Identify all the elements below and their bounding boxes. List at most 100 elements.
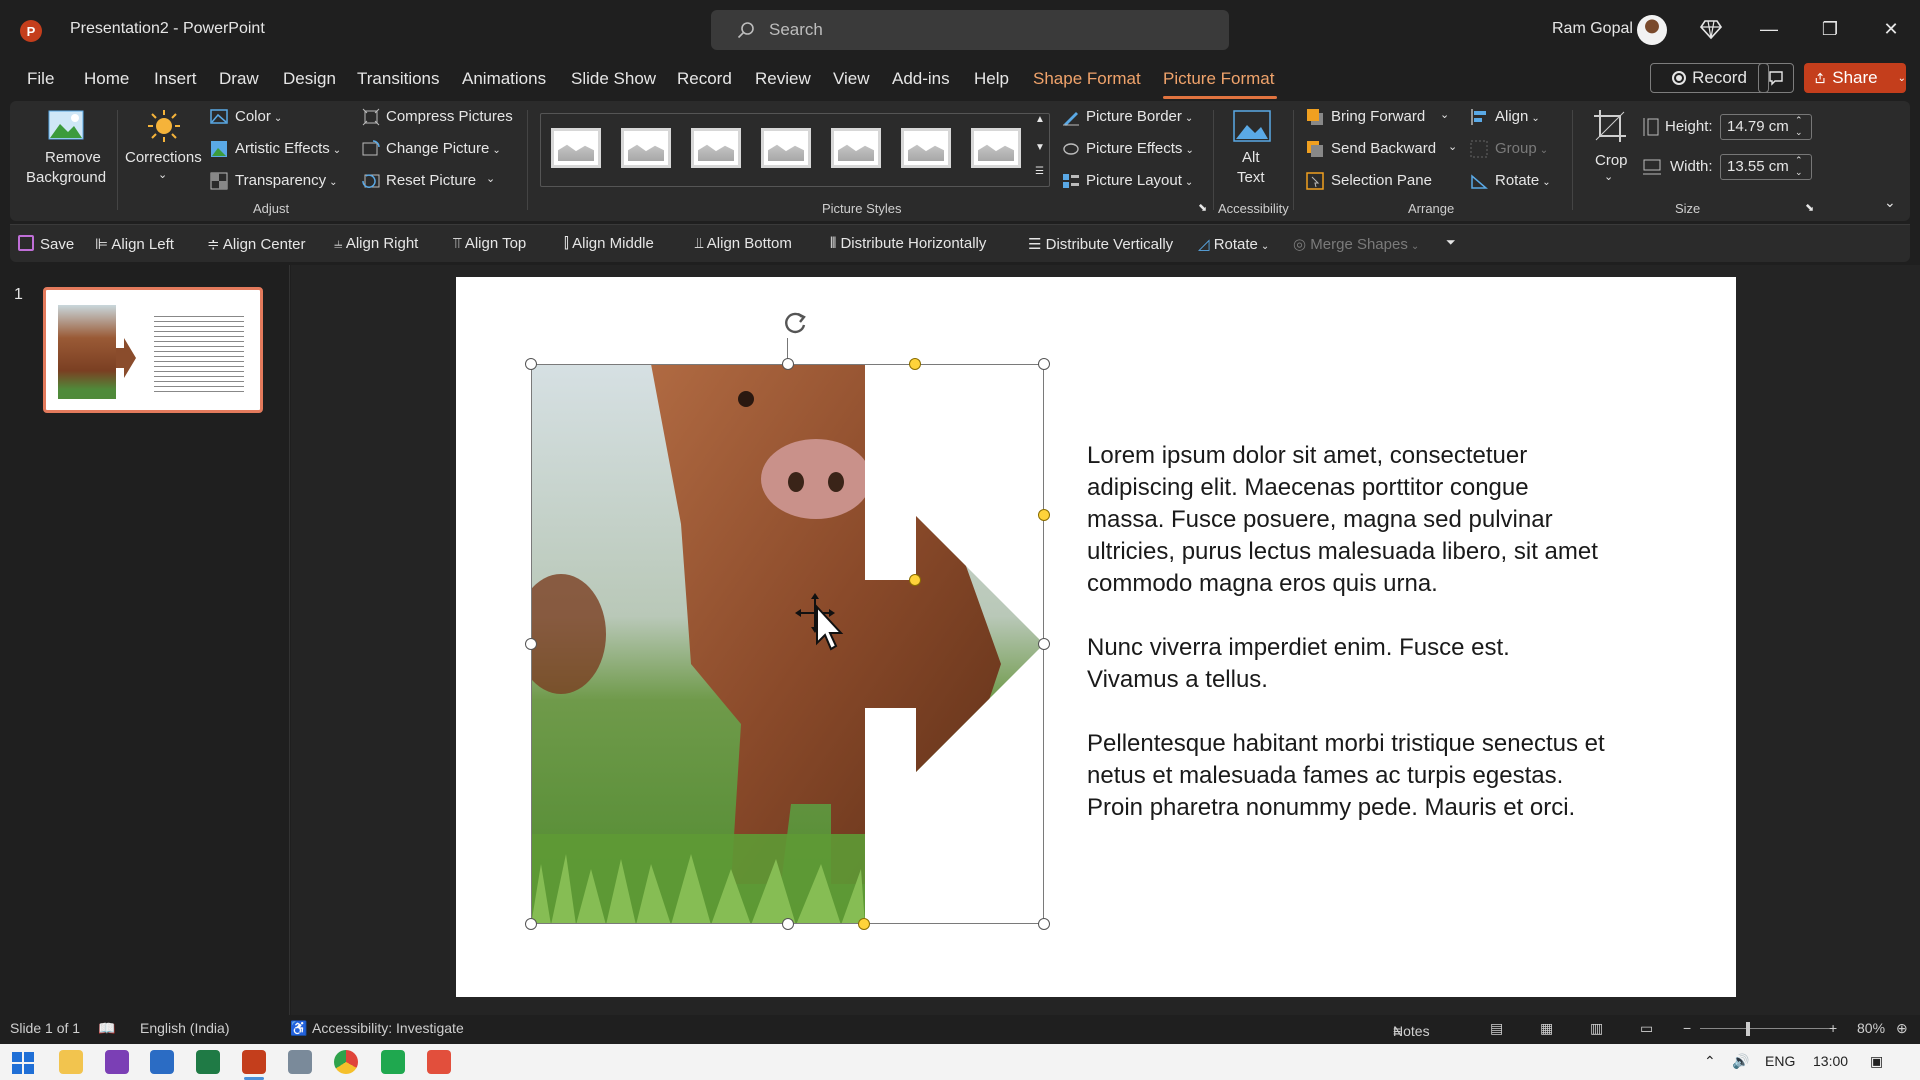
resize-handle-right[interactable] (1038, 638, 1050, 650)
minimize-icon[interactable]: — (1754, 14, 1784, 44)
reading-view-icon[interactable]: ▥ (1590, 1020, 1603, 1037)
onenote-icon[interactable] (105, 1050, 129, 1074)
gallery-scroll-down-icon[interactable]: ▼ (1035, 142, 1045, 153)
qat-rotate-button[interactable]: ◿ Rotate ⌄ (1198, 235, 1269, 253)
width-spinner-icon[interactable]: ⌃ ⌄ (1795, 154, 1803, 178)
tab-design[interactable]: Design (283, 69, 336, 89)
slide-text-box[interactable]: Lorem ipsum dolor sit amet, consectetuer… (1087, 440, 1607, 856)
snagit-icon[interactable] (427, 1050, 451, 1074)
slide-sorter-icon[interactable]: ▦ (1540, 1020, 1553, 1037)
notifications-icon[interactable]: ▣ (1870, 1053, 1883, 1070)
zoom-out-icon[interactable]: − (1683, 1020, 1691, 1036)
qat-distribute-vertically-button[interactable]: ☰ Distribute Vertically (1028, 235, 1173, 253)
picture-style-thumbnail[interactable] (901, 128, 951, 168)
align-button[interactable]: Align ⌄ (1495, 108, 1540, 125)
tab-add-ins[interactable]: Add-ins (892, 69, 950, 89)
height-spinner-icon[interactable]: ⌃ ⌄ (1795, 114, 1803, 138)
picture-style-thumbnail[interactable] (831, 128, 881, 168)
zoom-slider-thumb[interactable] (1746, 1022, 1750, 1036)
avatar[interactable] (1637, 15, 1667, 45)
user-name[interactable]: Ram Gopal (1552, 20, 1633, 38)
excel-icon[interactable] (196, 1050, 220, 1074)
resize-handle-bottom-left[interactable] (525, 918, 537, 930)
gallery-more-icon[interactable]: ☰ (1035, 166, 1044, 177)
corrections-label[interactable]: Corrections (125, 149, 202, 166)
tab-transitions[interactable]: Transitions (357, 69, 440, 89)
powerpoint-taskbar-icon[interactable] (242, 1050, 266, 1074)
color-button[interactable]: Color ⌄ (235, 108, 282, 125)
change-picture-button[interactable]: Change Picture ⌄ (386, 140, 501, 157)
qat-align-top-button[interactable]: ⫪ Align Top (453, 235, 526, 252)
picture-layout-button[interactable]: Picture Layout ⌄ (1086, 172, 1193, 189)
volume-icon[interactable]: 🔊 (1732, 1053, 1749, 1070)
gallery-scroll-up-icon[interactable]: ▲ (1035, 114, 1045, 125)
qat-distribute-horizontally-button[interactable]: ⫴ Distribute Horizontally (830, 235, 986, 252)
tab-insert[interactable]: Insert (154, 69, 197, 89)
tray-overflow-icon[interactable]: ⌃ (1704, 1053, 1716, 1070)
bring-forward-chevron-icon[interactable]: ⌄ (1440, 108, 1449, 121)
qat-align-bottom-button[interactable]: ⫫ Align Bottom (695, 235, 792, 252)
picture-style-thumbnail[interactable] (621, 128, 671, 168)
zoom-slider[interactable] (1700, 1028, 1830, 1029)
share-button[interactable]: Share ⌄ (1804, 63, 1906, 93)
zoom-in-icon[interactable]: + (1829, 1020, 1837, 1036)
fit-to-window-icon[interactable]: ⊕ (1896, 1020, 1908, 1037)
transparency-button[interactable]: Transparency ⌄ (235, 172, 338, 189)
corrections-chevron-icon[interactable]: ⌄ (158, 168, 167, 181)
calculator-icon[interactable] (288, 1050, 312, 1074)
resize-handle-top-left[interactable] (525, 358, 537, 370)
adjust-handle-arrowhead[interactable] (909, 358, 921, 370)
input-language[interactable]: ENG (1765, 1053, 1795, 1069)
comments-button[interactable] (1758, 63, 1794, 93)
picture-style-thumbnail[interactable] (971, 128, 1021, 168)
qat-align-center-button[interactable]: ≑ Align Center (207, 235, 305, 253)
camtasia-icon[interactable] (381, 1050, 405, 1074)
tab-record[interactable]: Record (677, 69, 732, 89)
zoom-level[interactable]: 80% (1857, 1020, 1885, 1036)
search-box[interactable]: Search (711, 10, 1229, 50)
premium-diamond-icon[interactable] (1700, 18, 1722, 40)
tab-view[interactable]: View (833, 69, 870, 89)
accessibility-icon[interactable]: ♿ (290, 1020, 307, 1037)
slideshow-view-icon[interactable]: ▭ (1640, 1020, 1653, 1037)
compress-pictures-button[interactable]: Compress Pictures (386, 108, 513, 125)
chevron-down-icon[interactable]: ⌄ (1898, 73, 1906, 84)
tab-file[interactable]: File (27, 69, 54, 89)
tab-animations[interactable]: Animations (462, 69, 546, 89)
format-picture-launcher-icon[interactable]: ⬊ (1198, 201, 1207, 214)
file-explorer-icon[interactable] (59, 1050, 83, 1074)
rotate-handle-icon[interactable] (780, 308, 810, 338)
qat-align-left-button[interactable]: ⊫ Align Left (95, 235, 174, 253)
send-backward-button[interactable]: Send Backward (1331, 140, 1436, 157)
alt-text-label-1[interactable]: Alt (1242, 149, 1260, 166)
reset-picture-button[interactable]: Reset Picture (386, 172, 476, 189)
spell-check-icon[interactable]: 📖 (98, 1020, 115, 1037)
selection-pane-button[interactable]: Selection Pane (1331, 172, 1432, 189)
tab-review[interactable]: Review (755, 69, 811, 89)
crop-label[interactable]: Crop (1595, 152, 1628, 169)
picture-border-button[interactable]: Picture Border ⌄ (1086, 108, 1193, 125)
windows-start-icon[interactable] (12, 1052, 34, 1074)
language-status[interactable]: English (India) (140, 1020, 230, 1036)
close-icon[interactable]: ✕ (1876, 14, 1906, 44)
alt-text-label-2[interactable]: Text (1237, 169, 1265, 186)
record-button[interactable]: Record (1650, 63, 1769, 93)
remove-background-label-2[interactable]: Background (26, 169, 106, 186)
tab-help[interactable]: Help (974, 69, 1009, 89)
qat-align-right-button[interactable]: ⫨ Align Right (334, 235, 418, 252)
size-launcher-icon[interactable]: ⬊ (1805, 201, 1814, 214)
qat-customize-icon[interactable]: ⏷ (1446, 235, 1456, 250)
qat-align-middle-button[interactable]: ⫿ Align Middle (564, 235, 654, 252)
adjust-handle-shaft[interactable] (909, 574, 921, 586)
normal-view-icon[interactable]: ▤ (1490, 1020, 1503, 1037)
crop-chevron-icon[interactable]: ⌄ (1604, 170, 1613, 183)
resize-handle-top-right[interactable] (1038, 358, 1050, 370)
reset-picture-chevron-icon[interactable]: ⌄ (486, 172, 495, 185)
tab-slide-show[interactable]: Slide Show (571, 69, 656, 89)
chrome-icon[interactable] (334, 1050, 358, 1074)
bring-forward-button[interactable]: Bring Forward (1331, 108, 1425, 125)
send-backward-chevron-icon[interactable]: ⌄ (1448, 140, 1457, 153)
collapse-ribbon-icon[interactable]: ⌄ (1884, 194, 1896, 211)
picture-style-thumbnail[interactable] (551, 128, 601, 168)
tab-draw[interactable]: Draw (219, 69, 259, 89)
